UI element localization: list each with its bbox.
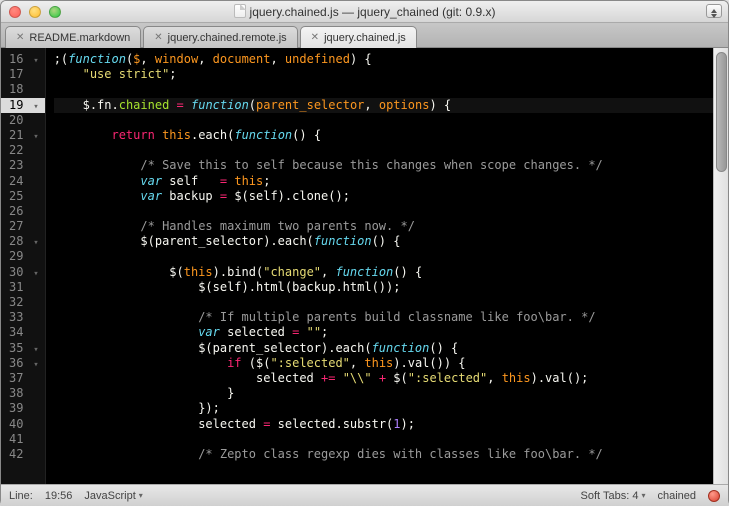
tab-chained-js[interactable]: ✕ jquery.chained.js — [300, 26, 417, 48]
cursor-position[interactable]: 19:56 — [45, 490, 73, 502]
line-number[interactable]: 19 ▾ — [1, 98, 45, 113]
indent-selector[interactable]: Soft Tabs: 4 ▾ — [581, 490, 646, 502]
code-content[interactable]: ;(function($, window, document, undefine… — [46, 48, 728, 484]
document-icon — [234, 4, 246, 18]
line-number[interactable]: 18 — [9, 82, 39, 97]
close-icon[interactable]: ✕ — [154, 32, 162, 43]
line-number[interactable]: 27 — [9, 219, 39, 234]
line-number[interactable]: 37 — [9, 371, 39, 386]
status-bar: Line: 19:56 JavaScript ▾ Soft Tabs: 4 ▾ … — [1, 484, 728, 506]
line-number[interactable]: 42 — [9, 447, 39, 462]
window-title: jquery.chained.js — jquery_chained (git:… — [1, 4, 728, 19]
line-number[interactable]: 30 ▾ — [9, 265, 39, 280]
chevron-down-icon: ▾ — [641, 491, 645, 500]
line-number[interactable]: 33 — [9, 310, 39, 325]
line-number[interactable]: 20 — [9, 113, 39, 128]
tab-label: jquery.chained.js — [324, 32, 406, 44]
traffic-lights — [9, 6, 61, 18]
tab-remote-js[interactable]: ✕ jquery.chained.remote.js — [143, 26, 297, 48]
line-label: Line: — [9, 490, 33, 502]
editor-area: 16 ▾17 18 19 ▾20 21 ▾22 23 24 25 26 27 2… — [1, 48, 728, 484]
language-selector[interactable]: JavaScript ▾ — [84, 490, 142, 502]
line-number[interactable]: 34 — [9, 325, 39, 340]
line-number[interactable]: 22 — [9, 143, 39, 158]
close-window-button[interactable] — [9, 6, 21, 18]
tab-label: README.markdown — [29, 32, 130, 44]
tab-readme[interactable]: ✕ README.markdown — [5, 26, 141, 48]
line-number[interactable]: 41 — [9, 432, 39, 447]
line-number[interactable]: 39 — [9, 401, 39, 416]
line-number[interactable]: 38 — [9, 386, 39, 401]
line-number[interactable]: 25 — [9, 189, 39, 204]
minimize-window-button[interactable] — [29, 6, 41, 18]
zoom-window-button[interactable] — [49, 6, 61, 18]
line-number[interactable]: 29 — [9, 249, 39, 264]
line-number[interactable]: 16 ▾ — [9, 52, 39, 67]
line-number[interactable]: 17 — [9, 67, 39, 82]
line-number[interactable]: 40 — [9, 417, 39, 432]
line-number[interactable]: 32 — [9, 295, 39, 310]
tab-bar: ✕ README.markdown ✕ jquery.chained.remote.… — [1, 23, 728, 48]
titlebar: jquery.chained.js — jquery_chained (git:… — [1, 1, 728, 23]
scrollbar-thumb[interactable] — [716, 52, 727, 172]
expand-icon — [711, 9, 717, 13]
line-number-gutter[interactable]: 16 ▾17 18 19 ▾20 21 ▾22 23 24 25 26 27 2… — [1, 48, 46, 484]
branch-selector[interactable]: chained — [657, 490, 696, 502]
line-number[interactable]: 23 — [9, 158, 39, 173]
line-number[interactable]: 35 ▾ — [9, 341, 39, 356]
line-number[interactable]: 21 ▾ — [9, 128, 39, 143]
chevron-down-icon: ▾ — [139, 491, 143, 500]
tab-label: jquery.chained.remote.js — [168, 32, 287, 44]
line-number[interactable]: 24 — [9, 174, 39, 189]
dirty-indicator-icon — [708, 490, 720, 502]
line-number[interactable]: 36 ▾ — [9, 356, 39, 371]
line-number[interactable]: 31 — [9, 280, 39, 295]
fold-icon[interactable] — [31, 449, 39, 464]
line-number[interactable]: 26 — [9, 204, 39, 219]
fullscreen-button[interactable] — [706, 4, 722, 18]
close-icon[interactable]: ✕ — [311, 32, 319, 43]
line-number[interactable]: 28 ▾ — [9, 234, 39, 249]
vertical-scrollbar[interactable] — [713, 48, 728, 484]
close-icon[interactable]: ✕ — [16, 32, 24, 43]
